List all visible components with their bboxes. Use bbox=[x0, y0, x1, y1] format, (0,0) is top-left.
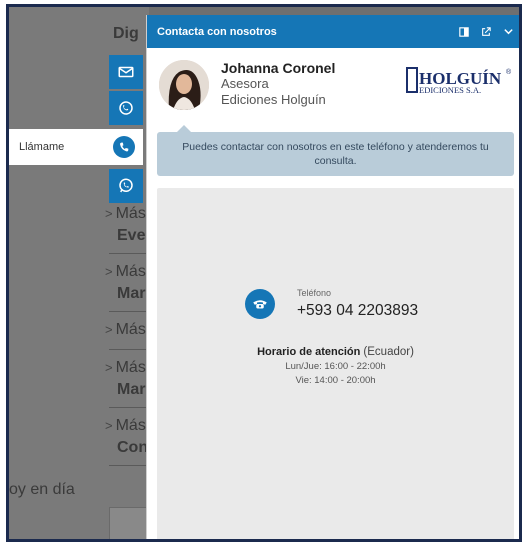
background-item: > Más bbox=[105, 321, 146, 338]
svg-text:EDICIONES S.A.: EDICIONES S.A. bbox=[419, 85, 481, 95]
agent-name: Johanna Coronel bbox=[221, 60, 336, 76]
svg-text:®: ® bbox=[506, 68, 512, 76]
llamame-label: Llámame bbox=[19, 141, 65, 153]
arrow-icon: > bbox=[105, 360, 113, 375]
phone-icon bbox=[113, 136, 135, 158]
background-subtitle: Con bbox=[117, 439, 149, 456]
schedule: Horario de atención (Ecuador) Lun/Jue: 1… bbox=[157, 346, 514, 386]
background-item: > Más bbox=[105, 417, 146, 434]
contact-notice: Puedes contactar con nosotros en este te… bbox=[157, 125, 514, 176]
whatsapp-icon bbox=[119, 178, 133, 193]
phone-card: Teléfono +593 04 2203893 Horario de aten… bbox=[157, 188, 514, 539]
background-title: Dig bbox=[113, 25, 139, 42]
background-item: > Más bbox=[105, 263, 146, 280]
agent-role: Asesora bbox=[221, 76, 269, 91]
popout-panel-icon[interactable] bbox=[458, 26, 470, 38]
phone-label: Teléfono bbox=[297, 288, 332, 298]
divider bbox=[109, 311, 149, 312]
screenshot-frame: Dig > Más Eve > Más Mar > Más > Más Mar > Más… bbox=[6, 4, 522, 542]
callback-button[interactable] bbox=[109, 91, 143, 125]
background-subtitle: Eve bbox=[117, 227, 146, 244]
background-subtitle: Mar bbox=[117, 381, 146, 398]
llamame-button[interactable]: Llámame bbox=[9, 129, 143, 165]
whatsapp-button[interactable] bbox=[109, 169, 143, 203]
divider bbox=[109, 253, 149, 254]
callback-icon bbox=[119, 101, 133, 115]
agent-avatar bbox=[159, 60, 209, 110]
widget-header: Contacta con nosotros bbox=[147, 15, 519, 48]
agent-company: Ediciones Holguín bbox=[221, 92, 326, 107]
background-item: > Más bbox=[105, 359, 146, 376]
background-footer-text: oy en día bbox=[9, 481, 75, 498]
phone-number-link[interactable]: +593 04 2203893 bbox=[297, 302, 418, 320]
background-box bbox=[109, 507, 149, 539]
schedule-region: (Ecuador) bbox=[363, 346, 414, 358]
divider bbox=[109, 465, 149, 466]
contact-widget: Contacta con nosotros Johanna Coronel As… bbox=[146, 15, 519, 539]
divider bbox=[109, 407, 149, 408]
arrow-icon: > bbox=[105, 264, 113, 279]
company-logo: HOLGUÍN ® EDICIONES S.A. bbox=[406, 64, 514, 96]
chevron-down-icon[interactable] bbox=[502, 26, 514, 38]
background-subtitle: Mar bbox=[117, 285, 146, 302]
arrow-icon: > bbox=[105, 322, 113, 337]
telephone-icon bbox=[245, 289, 275, 319]
divider bbox=[109, 349, 149, 350]
widget-title: Contacta con nosotros bbox=[157, 25, 277, 38]
mail-icon bbox=[118, 66, 134, 78]
schedule-line: Lun/Jue: 16:00 - 22:00h bbox=[285, 361, 386, 372]
schedule-title: Horario de atención bbox=[257, 346, 361, 358]
arrow-icon: > bbox=[105, 206, 113, 221]
schedule-line: Vie: 14:00 - 20:00h bbox=[295, 375, 376, 386]
agent-card: Johanna Coronel Asesora Ediciones Holguí… bbox=[147, 48, 519, 120]
background-item: > Más bbox=[105, 205, 146, 222]
external-link-icon[interactable] bbox=[480, 26, 492, 38]
email-button[interactable] bbox=[109, 55, 143, 89]
arrow-icon: > bbox=[105, 418, 113, 433]
